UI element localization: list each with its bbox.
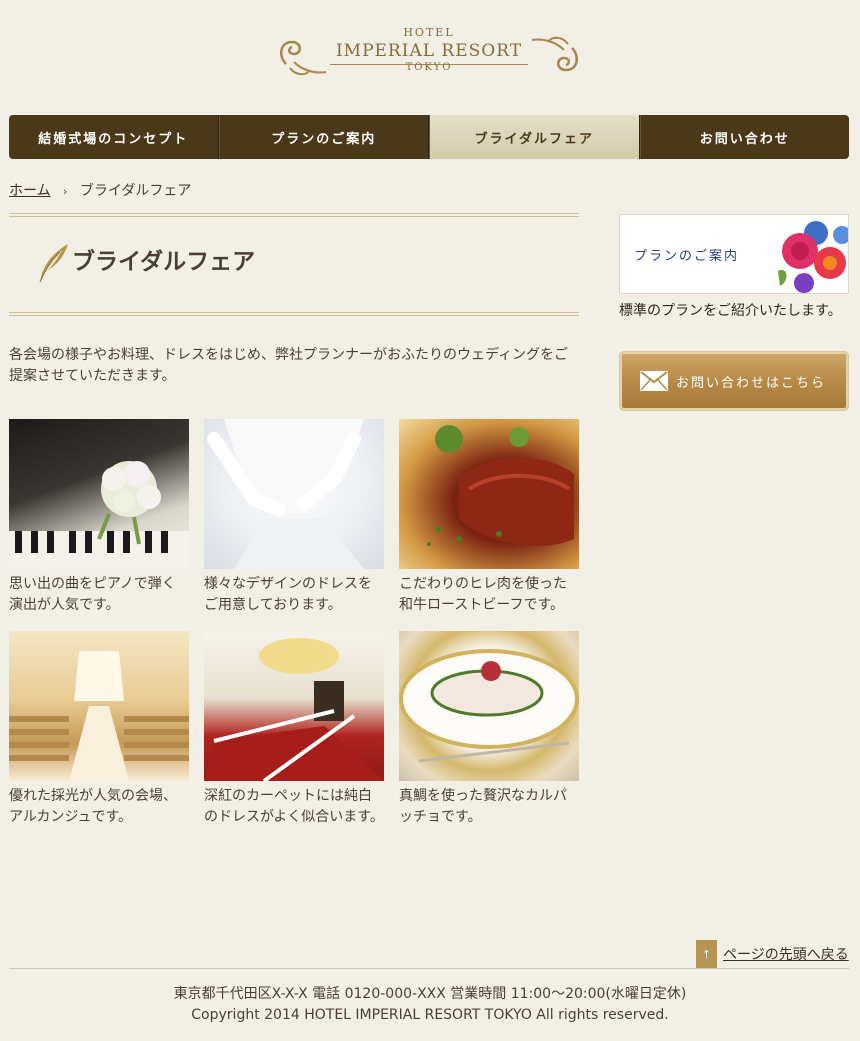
gallery-item: 思い出の曲をピアノで弾く演出が人気です。 bbox=[9, 419, 189, 616]
breadcrumb-current: ブライダルフェア bbox=[79, 183, 192, 199]
breadcrumb-separator-icon: › bbox=[63, 185, 68, 198]
photo-carpaccio bbox=[399, 631, 579, 781]
footer-divider bbox=[9, 968, 849, 969]
roast-beef-image bbox=[427, 425, 574, 547]
gallery-caption: こだわりのヒレ肉を使った和牛ローストビーフです。 bbox=[399, 576, 567, 613]
nav-item-plans[interactable]: プランのご案内 bbox=[218, 115, 429, 159]
arrow-up-icon[interactable]: ↑ bbox=[696, 940, 717, 968]
gallery-caption: 優れた採光が人気の会場、アルカンジュです。 bbox=[9, 788, 177, 825]
gallery-item: 深紅のカーペットには純白のドレスがよく似合います。 bbox=[204, 631, 384, 828]
nav-item-concept[interactable]: 結婚式場のコンセプト bbox=[9, 115, 219, 159]
plans-banner-label: プランのご案内 bbox=[634, 249, 740, 264]
photo-red-carpet-stairs bbox=[204, 631, 384, 781]
back-to-top: ↑ ページの先頭へ戻る bbox=[696, 940, 849, 968]
breadcrumb-home-link[interactable]: ホーム bbox=[9, 183, 51, 199]
feather-icon bbox=[39, 244, 68, 283]
intro-text: 各会場の様子やお料理、ドレスをはじめ、弊社プランナーがおふたりのウェディングをご… bbox=[9, 347, 569, 384]
heading-rule-top bbox=[9, 213, 579, 217]
flowers-icon bbox=[778, 221, 848, 293]
nav-item-bridal-fair[interactable]: ブライダルフェア bbox=[429, 115, 640, 159]
gallery-item: 優れた採光が人気の会場、アルカンジュです。 bbox=[9, 631, 189, 828]
gallery-item: こだわりのヒレ肉を使った和牛ローストビーフです。 bbox=[399, 419, 579, 616]
back-to-top-link[interactable]: ページの先頭へ戻る bbox=[723, 944, 849, 964]
photo-roast-beef bbox=[399, 419, 579, 569]
plans-banner[interactable]: プランのご案内 bbox=[619, 214, 849, 294]
page-title: ブライダルフェア bbox=[72, 249, 256, 275]
hotel-logo[interactable]: HOTEL IMPERIAL RESORT TOKYO bbox=[276, 26, 582, 78]
carpaccio-image bbox=[399, 649, 579, 763]
breadcrumb: ホーム › ブライダルフェア bbox=[9, 180, 191, 200]
gallery-caption: 真鯛を使った贅沢なカルパッチョです。 bbox=[399, 788, 567, 825]
photo-piano-bouquet bbox=[9, 419, 189, 569]
page-heading: ブライダルフェア bbox=[34, 240, 255, 284]
gallery-item: 様々なデザインのドレスをご用意しております。 bbox=[204, 419, 384, 616]
contact-button-label: お問い合わせはこちら bbox=[676, 375, 827, 391]
dress-image bbox=[207, 419, 364, 569]
gallery-caption: 様々なデザインのドレスをご用意しております。 bbox=[204, 576, 372, 613]
photo-dress bbox=[204, 419, 384, 569]
gallery-caption: 深紅のカーペットには純白のドレスがよく似合います。 bbox=[204, 788, 384, 825]
red-carpet-image bbox=[204, 638, 384, 781]
contact-button[interactable]: お問い合わせはこちら bbox=[619, 351, 849, 411]
heading-rule-bottom bbox=[9, 312, 579, 316]
footer-address: 東京都千代田区X-X-X 電話 0120-000-XXX 営業時間 11:00～… bbox=[173, 986, 687, 1002]
mail-icon bbox=[640, 371, 668, 391]
photo-chapel-arcange bbox=[9, 631, 189, 781]
nav-item-contact[interactable]: お問い合わせ bbox=[639, 115, 850, 159]
gallery-item: 真鯛を使った贅沢なカルパッチョです。 bbox=[399, 631, 579, 828]
flourish-right-icon bbox=[531, 36, 579, 72]
global-nav: 結婚式場のコンセプト プランのご案内 ブライダルフェア お問い合わせ bbox=[9, 115, 849, 159]
gallery-caption: 思い出の曲をピアノで弾く演出が人気です。 bbox=[9, 576, 176, 613]
piano-bouquet-image bbox=[9, 461, 189, 569]
chapel-image bbox=[9, 651, 189, 781]
plans-banner-description: 標準のプランをご紹介いたします。 bbox=[619, 303, 842, 319]
footer: 東京都千代田区X-X-X 電話 0120-000-XXX 営業時間 11:00～… bbox=[0, 984, 860, 1026]
footer-copyright: Copyright 2014 HOTEL IMPERIAL RESORT TOK… bbox=[191, 1007, 669, 1023]
